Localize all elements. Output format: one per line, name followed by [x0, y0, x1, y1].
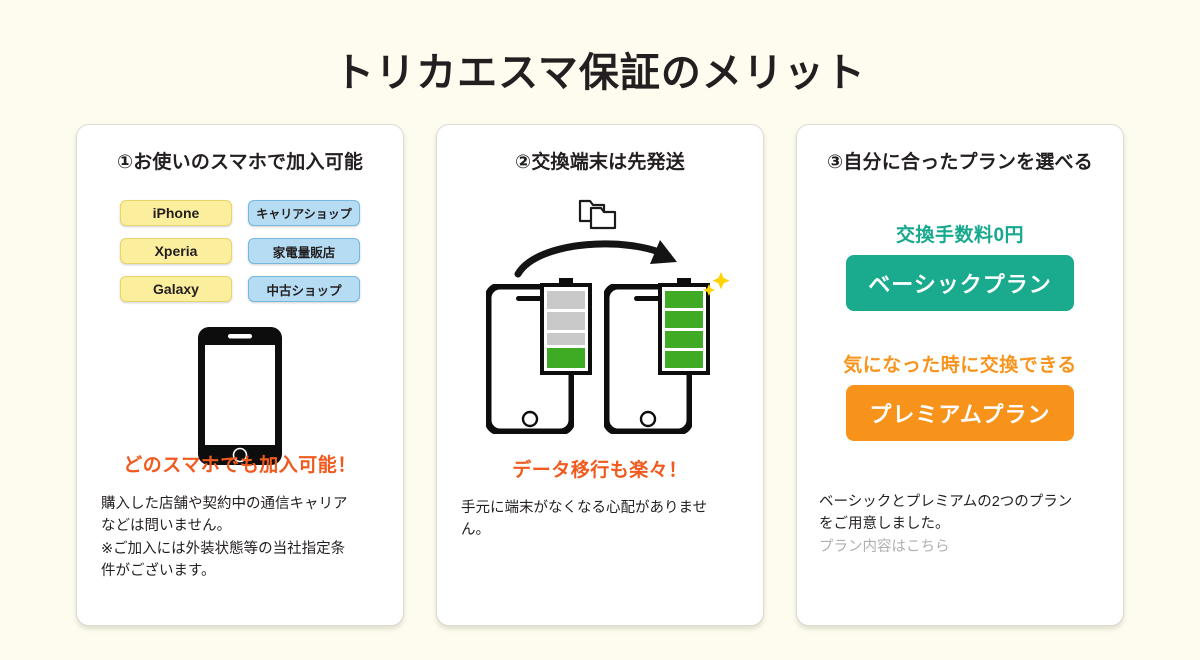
basic-plan-button[interactable]: ベーシックプラン — [846, 255, 1074, 311]
battery-phones-illustration — [461, 272, 739, 439]
card-1-body-line-2: などは問いません。 — [101, 518, 232, 535]
tag-galaxy[interactable]: Galaxy — [120, 276, 232, 302]
card-1-body-line-3: ※ご加入には外装状態等の当社指定条 — [101, 540, 346, 557]
card-3-body-line-2: をご用意しました。 — [819, 516, 950, 533]
premium-plan-label: 気になった時に交換できる — [843, 355, 1077, 376]
device-tag-column: iPhone Xperia Galaxy — [120, 200, 232, 302]
battery-low-icon — [540, 278, 592, 375]
card-1-body-line-1: 購入した店舗や契約中の通信キャリア — [101, 496, 348, 512]
infographic-page: トリカエスマ保証のメリット ①お使いのスマホで加入可能 iPhone Xperi… — [0, 0, 1200, 660]
premium-plan-group: 気になった時に交換できる プレミアムプラン — [797, 350, 1123, 441]
card-3-heading: ③自分に合ったプランを選べる — [827, 152, 1093, 173]
tag-xperia[interactable]: Xperia — [120, 238, 232, 264]
transfer-arrow-wrap — [461, 236, 739, 280]
benefit-card-2: ②交換端末は先発送 データ移行も楽々！ 手元に端末がなくなる心配がありませ ん。 — [436, 124, 764, 626]
card-1-body: 購入した店舗や契約中の通信キャリア などは問いません。 ※ご加入には外装状態等の… — [101, 493, 383, 583]
page-title: トリカエスマ保証のメリット — [334, 51, 866, 95]
card-2-highlight: データ移行も楽々！ — [512, 460, 688, 481]
card-3-body-line-1: ベーシックとプレミアムの2つのプラン — [819, 494, 1073, 510]
phone-after — [600, 272, 730, 439]
plan-details-link[interactable]: プラン内容はこちら — [819, 536, 1107, 558]
folders-icon — [578, 199, 617, 230]
card-2-heading: ②交換端末は先発送 — [515, 152, 685, 173]
benefit-cards-container: ①お使いのスマホで加入可能 iPhone Xperia Galaxy キャリアシ… — [0, 124, 1200, 626]
smartphone-illustration-wrap — [101, 326, 379, 466]
card-1-highlight: どのスマホでも加入可能！ — [123, 455, 357, 476]
basic-plan-group: 交換手数料0円 ベーシックプラン — [797, 220, 1123, 311]
benefit-card-1: ①お使いのスマホで加入可能 iPhone Xperia Galaxy キャリアシ… — [76, 124, 404, 626]
card-2-body-line-1: 手元に端末がなくなる心配がありませ — [461, 500, 708, 516]
card-1-heading: ①お使いのスマホで加入可能 — [116, 152, 364, 173]
tag-iphone[interactable]: iPhone — [120, 200, 232, 226]
card-2-body-line-2: ん。 — [461, 522, 490, 539]
card-3-body: ベーシックとプレミアムの2つのプラン をご用意しました。 プラン内容はこちら — [819, 491, 1107, 558]
curved-arrow-icon — [514, 240, 677, 278]
shop-tag-column: キャリアショップ 家電量販店 中古ショップ — [248, 200, 360, 302]
basic-plan-label: 交換手数料0円 — [895, 225, 1025, 246]
tag-carrier-shop[interactable]: キャリアショップ — [248, 200, 360, 226]
smartphone-icon — [198, 327, 282, 465]
premium-plan-button[interactable]: プレミアムプラン — [846, 385, 1074, 441]
benefit-card-3: ③自分に合ったプランを選べる 交換手数料0円 ベーシックプラン 気になった時に交… — [796, 124, 1124, 626]
tag-electronics-store[interactable]: 家電量販店 — [248, 238, 360, 264]
sparkle-icon — [703, 272, 730, 296]
folders-illustration-wrap — [461, 196, 739, 234]
phone-before — [482, 278, 600, 439]
card-2-body: 手元に端末がなくなる心配がありませ ん。 — [461, 497, 743, 542]
card-1-body-line-4: 件がございます。 — [101, 563, 216, 580]
card-1-tag-grid: iPhone Xperia Galaxy キャリアショップ 家電量販店 中古ショ… — [101, 200, 379, 302]
tag-used-shop[interactable]: 中古ショップ — [248, 276, 360, 302]
